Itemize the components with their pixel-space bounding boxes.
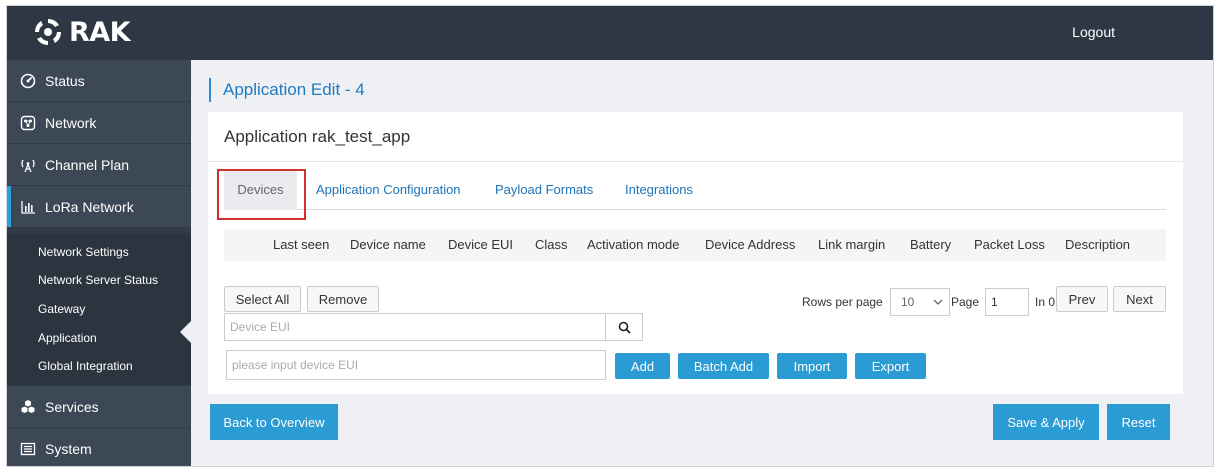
column-header: Device name [350, 237, 426, 252]
reset-button[interactable]: Reset [1107, 404, 1170, 440]
import-button[interactable]: Import [777, 353, 847, 379]
submenu-item-global-integration[interactable]: Global Integration [38, 359, 133, 373]
sidebar-item-channel-plan[interactable]: Channel Plan [7, 144, 191, 185]
page-number-input[interactable]: 1 [985, 288, 1029, 316]
sidebar-item-system[interactable]: System [7, 428, 191, 466]
column-header: Last seen [273, 237, 330, 252]
sidebar-item-status[interactable]: Status [7, 60, 191, 101]
next-button[interactable]: Next [1113, 286, 1166, 312]
sidebar: Status Network Channel Plan LoRa Network… [7, 60, 191, 466]
column-header: Class [535, 237, 568, 252]
submenu-item-network-server-status[interactable]: Network Server Status [38, 273, 158, 287]
rows-per-page-value: 10 [901, 295, 915, 309]
search-icon [618, 321, 631, 334]
save-apply-button[interactable]: Save & Apply [993, 404, 1099, 440]
keyboard-icon [19, 440, 37, 458]
submenu-item-application[interactable]: Application [38, 331, 97, 345]
sidebar-item-services[interactable]: Services [7, 386, 191, 427]
back-to-overview-button[interactable]: Back to Overview [210, 404, 338, 440]
panel-header: Application rak_test_app [208, 112, 1183, 162]
device-eui-search-input[interactable]: Device EUI [224, 313, 606, 341]
gauge-icon [19, 72, 37, 90]
rows-per-page-select[interactable]: 10 [890, 288, 950, 316]
column-header: Device Address [705, 237, 796, 252]
column-header: Activation mode [587, 237, 680, 252]
column-header: Link margin [818, 237, 886, 252]
sidebar-item-network[interactable]: Network [7, 102, 191, 143]
sidebar-item-label: Network [45, 114, 97, 131]
column-header: Battery [910, 237, 952, 252]
application-panel: Application rak_test_app Devices Applica… [208, 112, 1183, 394]
column-header: Device EUI [448, 237, 514, 252]
device-eui-add-input[interactable]: please input device EUI [226, 350, 606, 380]
submenu-item-network-settings[interactable]: Network Settings [38, 245, 129, 259]
prev-button[interactable]: Prev [1056, 286, 1108, 312]
tab-bar: Devices Application Configuration Payloa… [224, 170, 1166, 210]
bar-chart-icon [19, 198, 37, 216]
page-total-label: In 0 [1035, 295, 1056, 309]
chevron-down-icon [933, 296, 943, 310]
network-icon [19, 114, 37, 132]
app-window: RAK Logout Status Network Channel Plan L… [6, 5, 1214, 467]
rak-logo-icon [34, 18, 62, 46]
column-header: Packet Loss [974, 237, 1045, 252]
sidebar-item-label: System [45, 440, 92, 457]
sidebar-item-label: Status [45, 72, 85, 89]
sidebar-item-label: Services [45, 398, 99, 415]
export-button[interactable]: Export [855, 353, 926, 379]
active-pointer-arrow [180, 321, 191, 343]
tab-application-configuration[interactable]: Application Configuration [316, 170, 461, 210]
sidebar-item-label: LoRa Network [45, 198, 134, 215]
column-header: Description [1065, 237, 1131, 252]
brand-logo: RAK [33, 15, 131, 49]
cubes-icon [19, 398, 37, 416]
page-title: Application Edit - 4 [209, 78, 365, 102]
page-label: Page [951, 295, 980, 309]
rows-per-page-label: Rows per page [802, 295, 883, 309]
devices-tab-highlight [217, 169, 306, 220]
brand-name: RAK [69, 16, 131, 48]
sidebar-item-lora-network[interactable]: LoRa Network [7, 186, 191, 227]
sidebar-item-label: Channel Plan [45, 156, 130, 173]
batch-add-button[interactable]: Batch Add [678, 353, 769, 379]
lora-network-submenu: Network Settings Network Server Status G… [7, 233, 191, 385]
submenu-item-gateway[interactable]: Gateway [38, 302, 85, 316]
remove-button[interactable]: Remove [307, 286, 379, 312]
select-all-button[interactable]: Select All [224, 286, 301, 312]
devices-table-header: Last seen Device name Device EUI Class A… [224, 229, 1166, 261]
logout-link[interactable]: Logout [1072, 24, 1115, 40]
top-bar: RAK Logout [7, 6, 1213, 60]
tab-integrations[interactable]: Integrations [625, 170, 693, 210]
add-button[interactable]: Add [615, 353, 670, 379]
antenna-icon [19, 156, 37, 174]
search-button[interactable] [605, 313, 643, 341]
panel-title: Application rak_test_app [224, 127, 411, 146]
tab-payload-formats[interactable]: Payload Formats [495, 170, 593, 210]
